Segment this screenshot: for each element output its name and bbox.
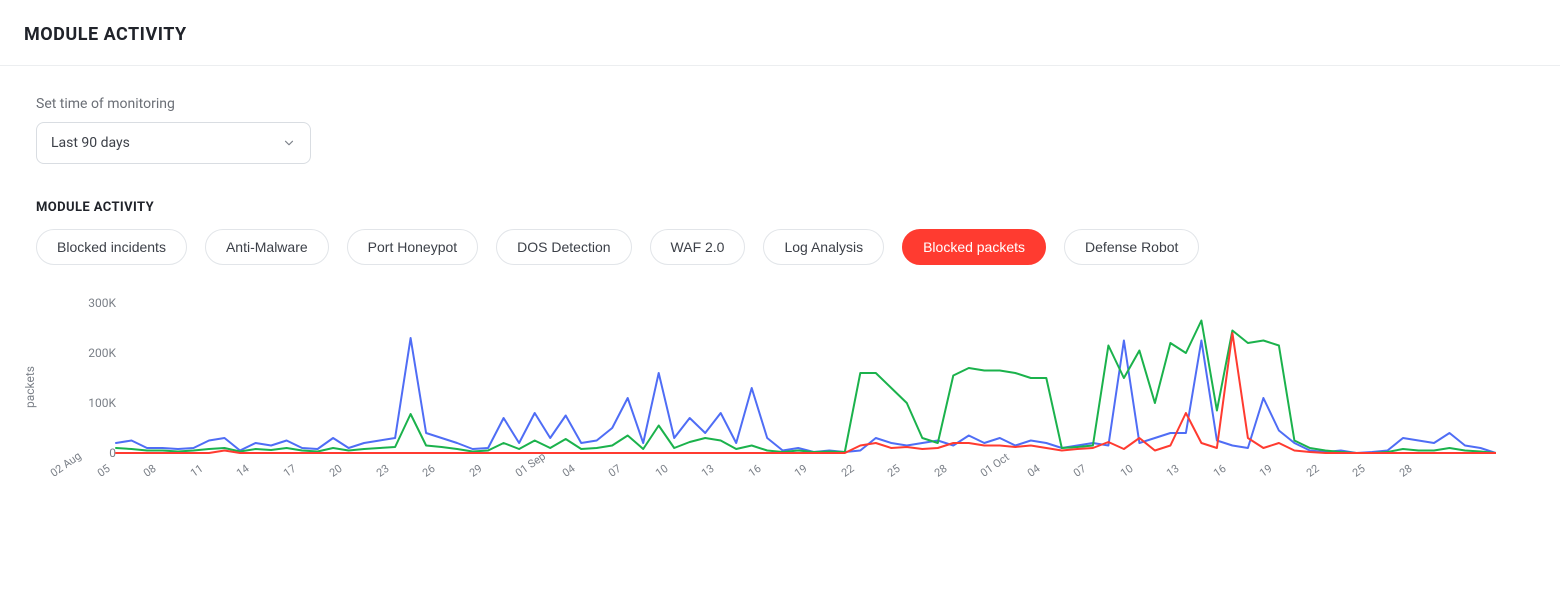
tab-blocked-incidents[interactable]: Blocked incidents bbox=[36, 229, 187, 265]
chart-xtick: 20 bbox=[327, 462, 345, 480]
chart-xtick: 14 bbox=[234, 462, 252, 480]
chart-xtick: 25 bbox=[885, 462, 903, 480]
chart-series-series-red bbox=[116, 333, 1496, 453]
chart-xtick: 28 bbox=[1397, 462, 1415, 480]
chart-xtick: 26 bbox=[420, 462, 438, 480]
chart-xtick: 16 bbox=[1211, 462, 1229, 480]
time-range-value: Last 90 days bbox=[51, 135, 130, 151]
page-title: MODULE ACTIVITY bbox=[24, 24, 1536, 45]
chevron-down-icon bbox=[282, 136, 296, 150]
chart-xtick: 28 bbox=[932, 462, 950, 480]
chart-xtick: 16 bbox=[746, 462, 764, 480]
chart-xtick: 13 bbox=[1164, 462, 1182, 480]
chart-series-series-blue bbox=[116, 338, 1496, 453]
chart-xtick: 11 bbox=[188, 462, 206, 480]
chart-xtick: 25 bbox=[1350, 462, 1368, 480]
tab-port-honeypot[interactable]: Port Honeypot bbox=[347, 229, 479, 265]
chart-xtick: 08 bbox=[141, 462, 159, 480]
chart-xtick: 17 bbox=[281, 462, 299, 480]
tab-defense-robot[interactable]: Defense Robot bbox=[1064, 229, 1199, 265]
chart-xtick: 04 bbox=[1025, 462, 1043, 480]
chart-xtick: 23 bbox=[374, 462, 392, 480]
chart-ylabel: packets bbox=[23, 366, 37, 408]
chart-xtick: 22 bbox=[1304, 462, 1322, 480]
chart-series-series-green bbox=[116, 321, 1496, 454]
chart-xtick: 10 bbox=[653, 462, 671, 480]
tab-blocked-packets[interactable]: Blocked packets bbox=[902, 229, 1046, 265]
chart-xtick: 22 bbox=[839, 462, 857, 480]
chart-xtick: 07 bbox=[606, 462, 624, 480]
chart-xtick: 19 bbox=[1257, 462, 1275, 480]
tab-log-analysis[interactable]: Log Analysis bbox=[763, 229, 884, 265]
tab-dos-detection[interactable]: DOS Detection bbox=[496, 229, 631, 265]
time-select-label: Set time of monitoring bbox=[36, 96, 1524, 112]
chart-container: packets 0100K200K300K 02 Aug050811141720… bbox=[36, 303, 1476, 513]
chart-xtick: 10 bbox=[1118, 462, 1136, 480]
tab-waf-2-0[interactable]: WAF 2.0 bbox=[650, 229, 746, 265]
page-header: MODULE ACTIVITY bbox=[0, 0, 1560, 66]
chart-xtick: 05 bbox=[95, 462, 113, 480]
chart-xtick: 29 bbox=[467, 462, 485, 480]
line-chart bbox=[66, 303, 1496, 463]
chart-xtick: 19 bbox=[792, 462, 810, 480]
section-title: MODULE ACTIVITY bbox=[36, 200, 1524, 215]
module-tabs: Blocked incidents Anti-Malware Port Honeyp… bbox=[36, 229, 1524, 265]
tab-anti-malware[interactable]: Anti-Malware bbox=[205, 229, 329, 265]
chart-xtick: 07 bbox=[1071, 462, 1089, 480]
chart-xtick: 04 bbox=[560, 462, 578, 480]
chart-xtick: 13 bbox=[699, 462, 717, 480]
time-range-select[interactable]: Last 90 days bbox=[36, 122, 311, 164]
